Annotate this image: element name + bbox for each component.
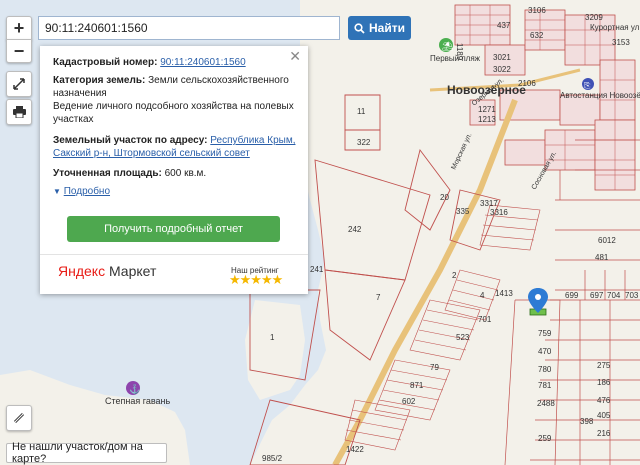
svg-text:405: 405 — [597, 411, 611, 420]
svg-text:2488: 2488 — [537, 399, 555, 408]
svg-text:335: 335 — [456, 207, 470, 216]
search-icon — [354, 22, 365, 34]
ruler-button[interactable] — [6, 405, 32, 431]
land-area — [250, 0, 640, 465]
more-row[interactable]: ▼ Подробно — [53, 185, 298, 198]
svg-text:703: 703 — [625, 291, 639, 300]
svg-text:20: 20 — [440, 193, 449, 202]
harbor-icon[interactable]: ⚓ — [126, 381, 140, 395]
address-row: Земельный участок по адресу: Республика … — [53, 134, 298, 160]
svg-text:437: 437 — [497, 21, 511, 30]
svg-text:3153: 3153 — [612, 38, 630, 47]
street-label-kurortnaya: Курортная ул. — [590, 23, 640, 32]
svg-text:3021: 3021 — [493, 53, 511, 62]
svg-text:⎘: ⎘ — [584, 81, 591, 90]
address-label: Земельный участок по адресу: — [53, 135, 208, 146]
svg-text:6012: 6012 — [598, 236, 616, 245]
get-report-button[interactable]: Получить подробный отчет — [67, 216, 280, 242]
svg-text:1271: 1271 — [478, 105, 496, 114]
printer-icon — [12, 106, 26, 118]
svg-text:⚓: ⚓ — [129, 383, 140, 394]
svg-text:701: 701 — [478, 315, 492, 324]
svg-text:2: 2 — [452, 271, 457, 280]
not-found-button[interactable]: Не нашли участок/дом на карте? — [6, 441, 167, 465]
svg-text:322: 322 — [357, 138, 371, 147]
svg-text:1413: 1413 — [495, 289, 513, 298]
fullscreen-button[interactable] — [6, 71, 32, 97]
caret-down-icon: ▼ — [53, 187, 61, 196]
svg-text:697: 697 — [590, 291, 604, 300]
search-input[interactable] — [38, 16, 340, 40]
svg-text:3316: 3316 — [490, 208, 508, 217]
use-row: Ведение личного подсобного хозяйства на … — [53, 101, 294, 125]
svg-text:4: 4 — [480, 291, 485, 300]
svg-text:186: 186 — [597, 378, 611, 387]
svg-text:523: 523 — [456, 333, 470, 342]
area-label: Уточненная площадь: — [53, 168, 162, 179]
svg-text:7: 7 — [376, 293, 381, 302]
search-button-label: Найти — [369, 21, 405, 35]
parcel-info-popup: ✕ Кадастровый номер: 90:11:240601:1560 К… — [40, 46, 308, 294]
svg-text:79: 79 — [430, 363, 439, 372]
peninsula — [245, 300, 305, 400]
svg-text:241: 241 — [310, 265, 324, 274]
svg-text:11: 11 — [357, 107, 366, 116]
svg-text:1213: 1213 — [478, 115, 496, 124]
svg-text:871: 871 — [410, 381, 424, 390]
svg-text:470: 470 — [538, 347, 552, 356]
bus-station-icon[interactable]: ⎘ — [582, 78, 594, 90]
search-button[interactable]: Найти — [348, 16, 411, 40]
area-value: 600 кв.м. — [164, 168, 207, 179]
cadastral-row: Кадастровый номер: 90:11:240601:1560 — [53, 56, 298, 69]
area-row: Уточненная площадь: 600 кв.м. — [53, 167, 298, 180]
svg-text:275: 275 — [597, 361, 611, 370]
svg-text:259: 259 — [538, 434, 552, 443]
beach-icon[interactable]: ⛱ — [439, 38, 453, 52]
yandex-market-logo[interactable]: Яндекс Маркет — [58, 264, 156, 278]
print-button[interactable] — [6, 99, 32, 125]
svg-text:1: 1 — [270, 333, 275, 342]
svg-text:781: 781 — [538, 381, 552, 390]
svg-text:3022: 3022 — [493, 65, 511, 74]
svg-text:216: 216 — [597, 429, 611, 438]
svg-text:3209: 3209 — [585, 13, 603, 22]
zoom-in-button[interactable]: + — [6, 16, 32, 40]
ruler-icon — [13, 412, 25, 424]
svg-text:1189: 1189 — [455, 43, 464, 61]
category-label: Категория земель: — [53, 75, 146, 86]
category-row: Категория земель: Земли сельскохозяйстве… — [53, 74, 298, 100]
svg-text:2106: 2106 — [518, 79, 536, 88]
svg-text:759: 759 — [538, 329, 552, 338]
svg-text:476: 476 — [597, 396, 611, 405]
svg-text:985/2: 985/2 — [262, 454, 283, 463]
cadastral-label: Кадастровый номер: — [53, 57, 158, 68]
expand-icon — [13, 78, 25, 90]
rating-stars: ★★★★★ — [229, 272, 283, 287]
svg-text:3106: 3106 — [528, 6, 546, 15]
svg-text:398: 398 — [580, 417, 594, 426]
svg-text:602: 602 — [402, 397, 416, 406]
bus-station-label: Автостанция Новоозёрное — [560, 91, 640, 100]
popup-divider — [40, 254, 308, 255]
harbor-label: Степная гавань — [105, 396, 170, 406]
svg-text:1422: 1422 — [346, 445, 364, 454]
more-link[interactable]: Подробно — [64, 186, 110, 197]
svg-text:780: 780 — [538, 365, 552, 374]
svg-text:⛱: ⛱ — [442, 41, 453, 51]
cadastral-link[interactable]: 90:11:240601:1560 — [160, 57, 245, 68]
zoom-out-button[interactable]: − — [6, 39, 32, 63]
svg-text:242: 242 — [348, 225, 362, 234]
svg-text:704: 704 — [607, 291, 621, 300]
svg-text:699: 699 — [565, 291, 579, 300]
svg-text:3317: 3317 — [480, 199, 498, 208]
svg-text:481: 481 — [595, 253, 609, 262]
svg-text:632: 632 — [530, 31, 544, 40]
